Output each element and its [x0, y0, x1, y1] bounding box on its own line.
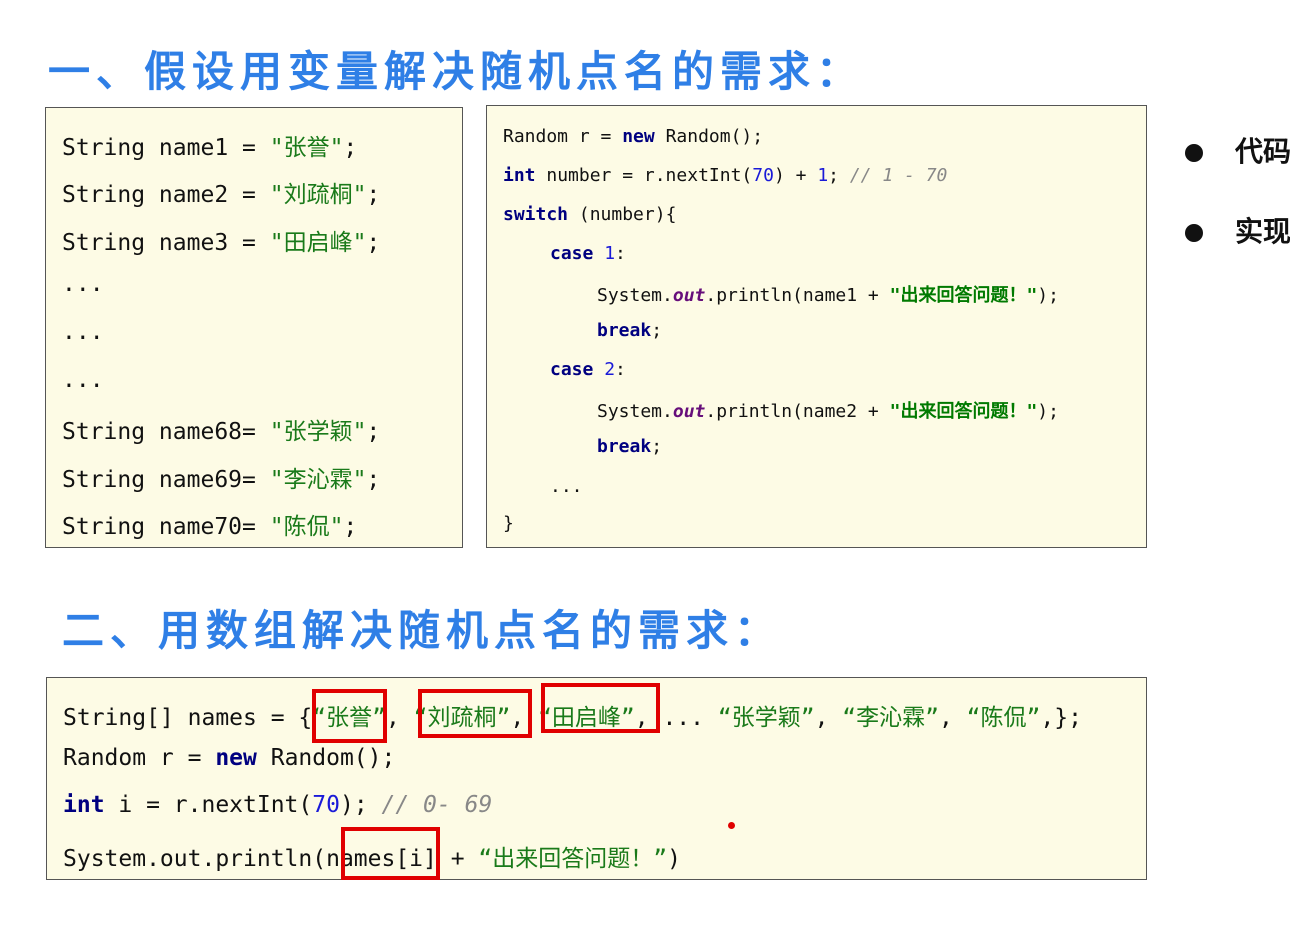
code-line: case 1:: [550, 243, 626, 264]
code-line: }: [503, 513, 514, 534]
bullet-item: 实现: [1185, 210, 1290, 250]
code-line: ...: [62, 367, 104, 393]
bullet-dot-icon: [1185, 224, 1203, 242]
code-line: Random r = new Random();: [503, 126, 764, 147]
highlight-box: [341, 827, 440, 880]
code-line: String name2 = "刘疏桐";: [62, 182, 381, 208]
code-line: System.out.println(name1 + "出来回答问题！");: [597, 285, 1059, 306]
code-line: case 2:: [550, 359, 626, 380]
heading-variables: 一、假设用变量解决随机点名的需求：: [48, 47, 865, 96]
code-line: String name3 = "田启峰";: [62, 230, 381, 256]
code-box-switch: Random r = new Random(); int number = r.…: [486, 105, 1147, 548]
code-line: String name68= "张学颖";: [62, 419, 381, 445]
code-line: String name69= "李沁霖";: [62, 467, 381, 493]
highlight-box: [541, 683, 660, 733]
code-line: switch (number){: [503, 204, 677, 225]
code-box-variables: String name1 = "张誉"; String name2 = "刘疏桐"…: [45, 107, 463, 548]
code-line: break;: [597, 320, 663, 341]
code-line: int number = r.nextInt(70) + 1; // 1 - 7…: [503, 165, 948, 186]
code-line: ...: [62, 319, 104, 345]
code-line: int i = r.nextInt(70); // 0- 69: [63, 792, 493, 818]
heading-array: 二、用数组解决随机点名的需求：: [62, 606, 783, 655]
highlight-box: [418, 689, 532, 738]
bullet-dot-icon: [1185, 144, 1203, 162]
code-line: String name1 = "张誉";: [62, 135, 358, 161]
code-line: ...: [550, 476, 583, 497]
bullet-item: 代码: [1185, 130, 1290, 170]
code-line: System.out.println(name2 + "出来回答问题！");: [597, 401, 1059, 422]
code-line: Random r = new Random();: [63, 745, 396, 771]
cursor-dot-icon: [728, 822, 735, 829]
code-line: String name70= "陈侃";: [62, 514, 358, 540]
code-line: break;: [597, 436, 663, 457]
highlight-box: [312, 689, 387, 743]
code-line: ...: [62, 271, 104, 297]
